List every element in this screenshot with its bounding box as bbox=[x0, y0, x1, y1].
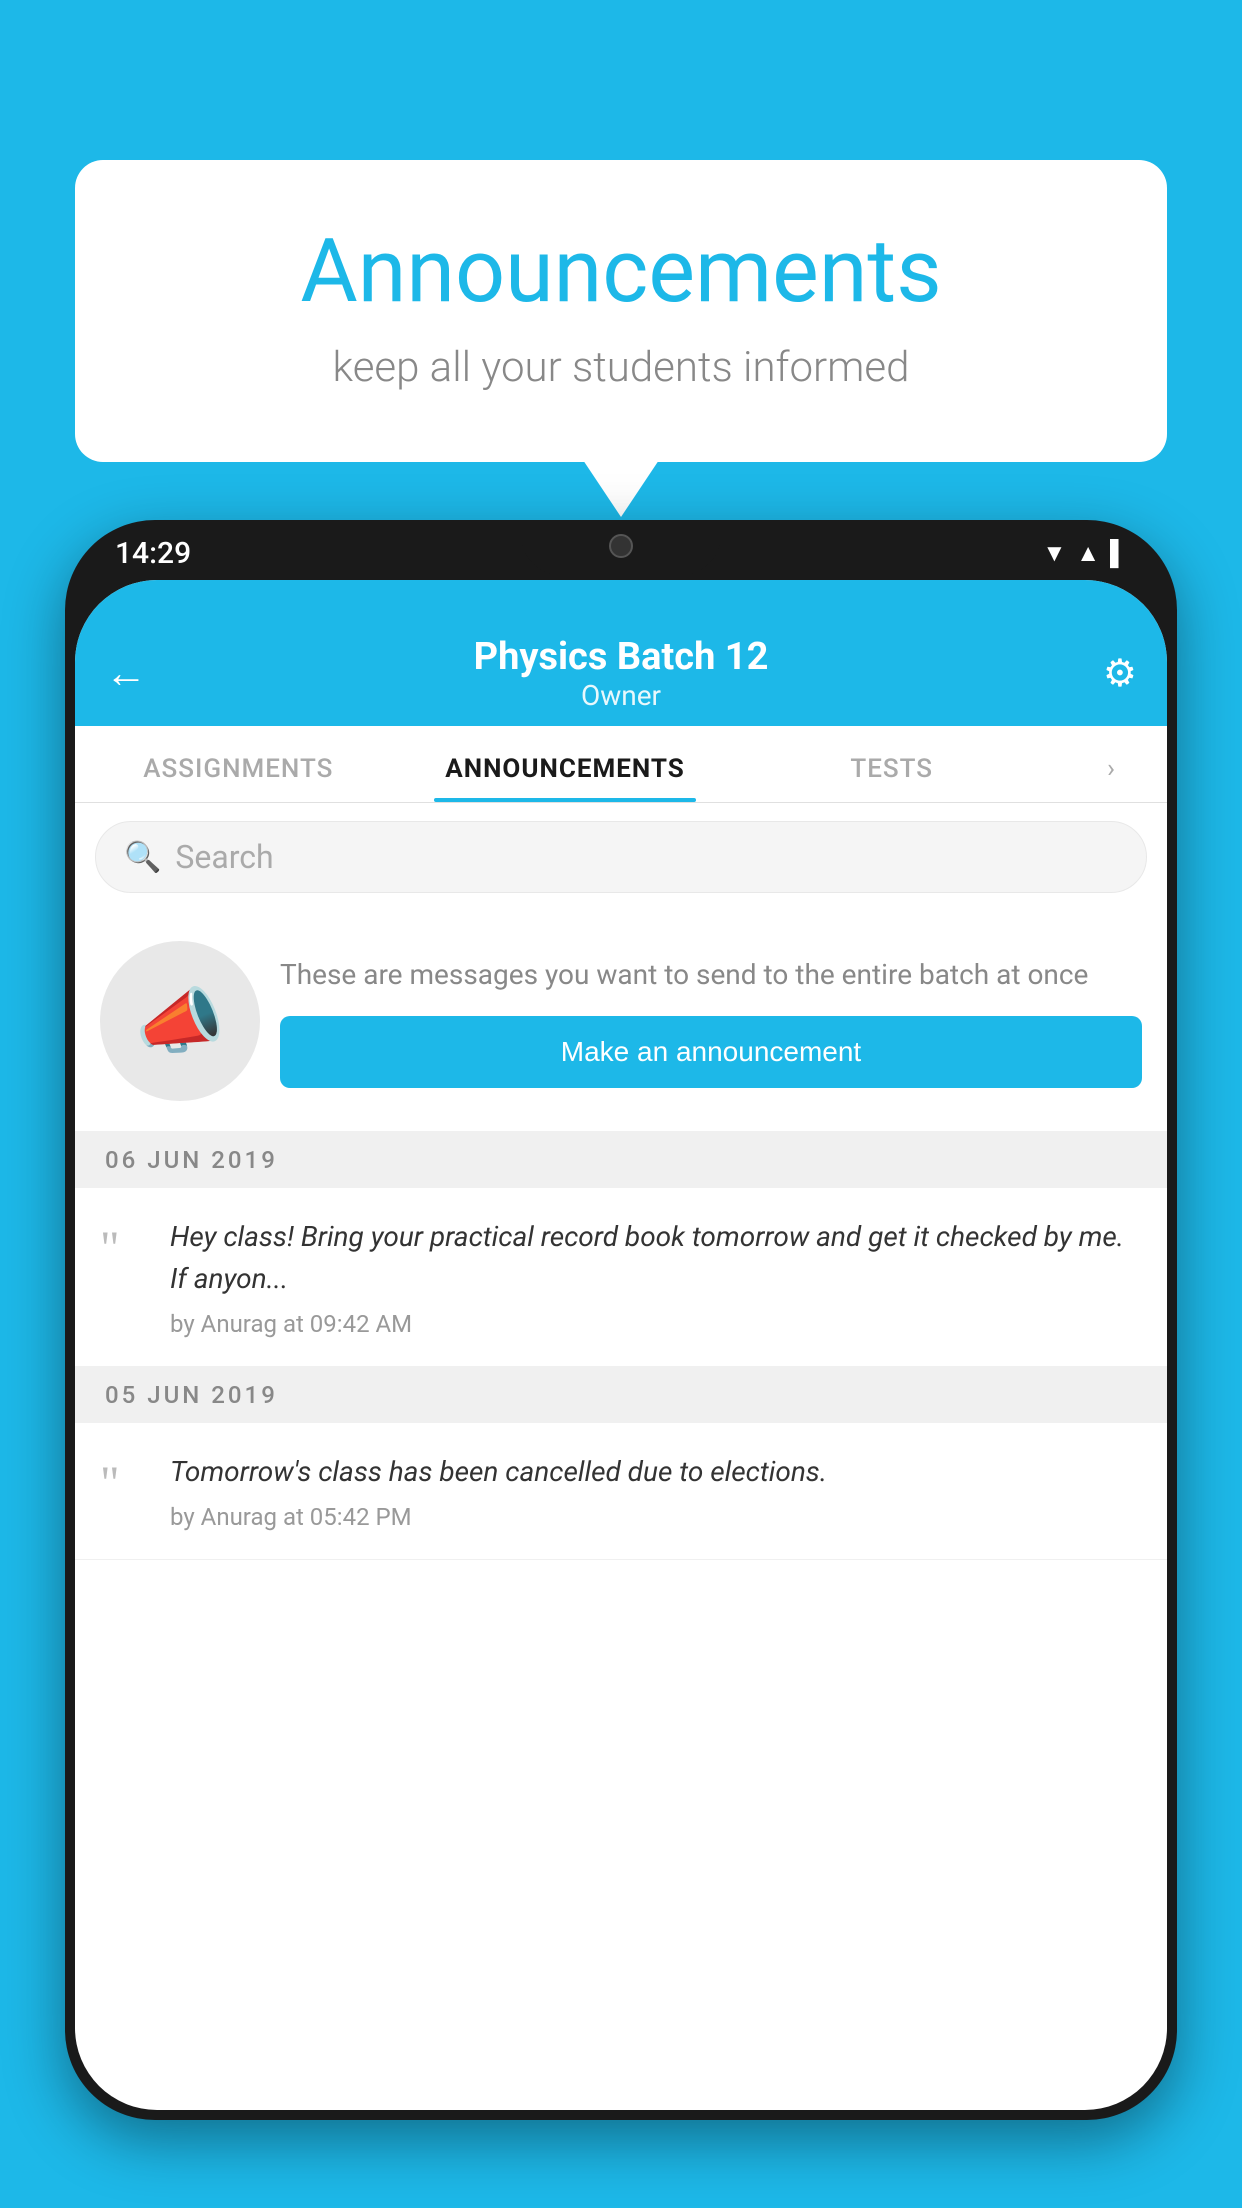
phone-body: 14:29 ▼ ▲ ▌ ← Physics Batch 12 Owner ⚙ bbox=[65, 520, 1177, 2120]
announcement-text-1: Hey class! Bring your practical record b… bbox=[170, 1216, 1142, 1300]
phone-notch bbox=[521, 520, 721, 575]
status-icons: ▼ ▲ ▌ bbox=[1042, 539, 1127, 568]
phone-container: 14:29 ▼ ▲ ▌ ← Physics Batch 12 Owner ⚙ bbox=[65, 520, 1177, 2208]
tab-assignments[interactable]: ASSIGNMENTS bbox=[75, 726, 402, 802]
search-container: 🔍 Search bbox=[75, 803, 1167, 911]
header-subtitle: Owner bbox=[165, 679, 1077, 712]
quote-icon-2: " bbox=[100, 1456, 150, 1531]
tab-tests[interactable]: TESTS bbox=[728, 726, 1055, 802]
app-header: ← Physics Batch 12 Owner ⚙ bbox=[75, 580, 1167, 726]
speech-bubble-section: Announcements keep all your students inf… bbox=[75, 160, 1167, 462]
bubble-subtitle: keep all your students informed bbox=[155, 343, 1087, 392]
announcement-content-1: Hey class! Bring your practical record b… bbox=[170, 1216, 1142, 1338]
back-button[interactable]: ← bbox=[105, 649, 165, 698]
quote-icon-1: " bbox=[100, 1221, 150, 1338]
make-announcement-button[interactable]: Make an announcement bbox=[280, 1016, 1142, 1088]
search-placeholder: Search bbox=[175, 838, 273, 876]
camera-icon bbox=[609, 534, 633, 558]
announcement-item-2[interactable]: " Tomorrow's class has been cancelled du… bbox=[75, 1423, 1167, 1560]
announcement-item-1[interactable]: " Hey class! Bring your practical record… bbox=[75, 1188, 1167, 1367]
announcement-text-2: Tomorrow's class has been cancelled due … bbox=[170, 1451, 1142, 1493]
settings-icon[interactable]: ⚙ bbox=[1077, 651, 1137, 696]
promo-icon-circle: 📣 bbox=[100, 941, 260, 1101]
announcement-author-1: by Anurag at 09:42 AM bbox=[170, 1310, 1142, 1338]
header-center: Physics Batch 12 Owner bbox=[165, 635, 1077, 712]
promo-description: These are messages you want to send to t… bbox=[280, 954, 1142, 996]
announcement-author-2: by Anurag at 05:42 PM bbox=[170, 1503, 1142, 1531]
battery-icon: ▌ bbox=[1110, 539, 1127, 568]
promo-content: These are messages you want to send to t… bbox=[280, 954, 1142, 1088]
status-time: 14:29 bbox=[115, 536, 191, 571]
speech-bubble-card: Announcements keep all your students inf… bbox=[75, 160, 1167, 462]
phone-screen: ← Physics Batch 12 Owner ⚙ ASSIGNMENTS A… bbox=[75, 580, 1167, 2110]
megaphone-icon: 📣 bbox=[135, 979, 225, 1064]
tabs-bar: ASSIGNMENTS ANNOUNCEMENTS TESTS › bbox=[75, 726, 1167, 803]
promo-block: 📣 These are messages you want to send to… bbox=[75, 911, 1167, 1132]
search-input-wrap[interactable]: 🔍 Search bbox=[95, 821, 1147, 893]
search-icon: 🔍 bbox=[124, 840, 161, 875]
wifi-icon: ▼ bbox=[1042, 539, 1066, 568]
tab-more[interactable]: › bbox=[1055, 726, 1167, 802]
header-title: Physics Batch 12 bbox=[165, 635, 1077, 679]
bubble-title: Announcements bbox=[155, 220, 1087, 323]
tab-announcements[interactable]: ANNOUNCEMENTS bbox=[402, 726, 729, 802]
signal-icon: ▲ bbox=[1076, 539, 1100, 568]
date-separator-2: 05 JUN 2019 bbox=[75, 1367, 1167, 1423]
announcement-content-2: Tomorrow's class has been cancelled due … bbox=[170, 1451, 1142, 1531]
date-separator-1: 06 JUN 2019 bbox=[75, 1132, 1167, 1188]
